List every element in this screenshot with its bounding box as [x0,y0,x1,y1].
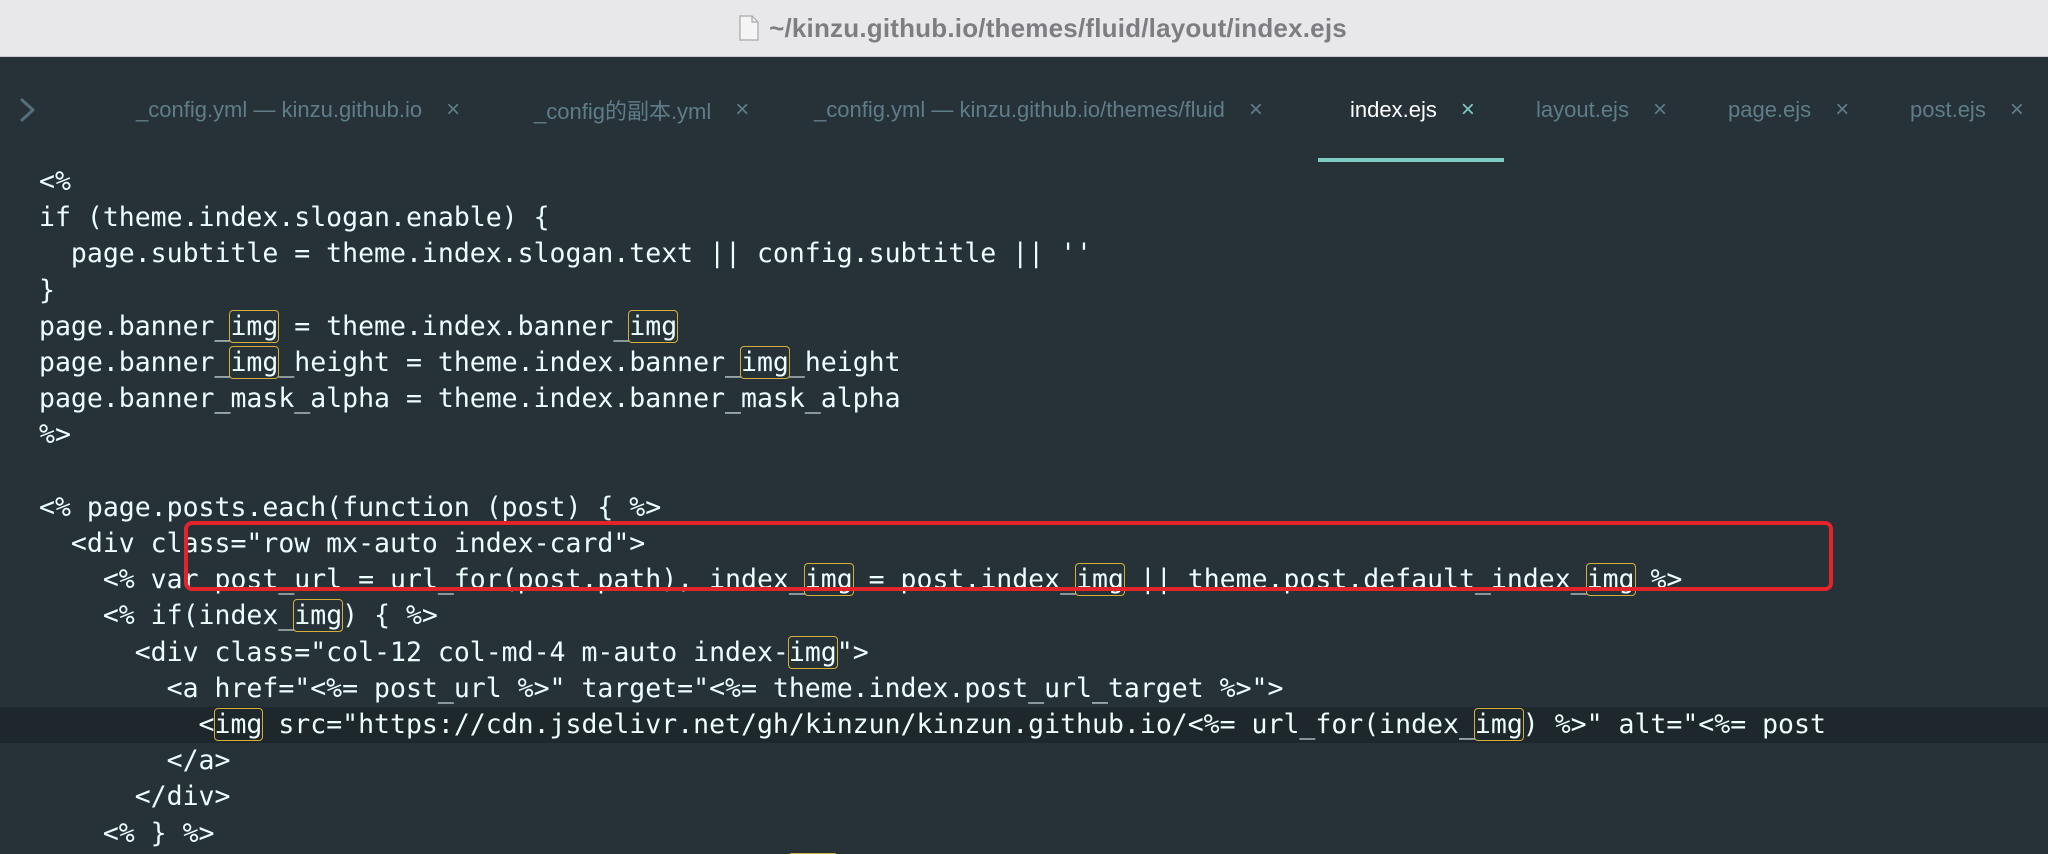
search-match: img [740,346,790,379]
tab-page-ejs[interactable]: page.ejs × [1728,87,1849,133]
code-token: </a> [39,745,231,777]
code-token: if (theme.index.slogan.enable) { [39,202,550,234]
code-line[interactable]: page.banner_img_height = theme.index.ban… [39,345,901,381]
tab-label: _config.yml — kinzu.github.io/themes/flu… [814,97,1225,122]
search-match: img [213,708,264,741]
code-token: %> [39,419,71,451]
window-title: ~/kinzu.github.io/themes/fluid/layout/in… [769,12,1347,43]
tab-label: page.ejs [1728,97,1812,122]
title-bar[interactable]: ~/kinzu.github.io/themes/fluid/layout/in… [0,0,2048,57]
close-icon[interactable]: × [2010,98,2024,122]
code-line[interactable]: </div> [39,779,231,815]
code-token: <% } %> [39,817,215,849]
code-line[interactable]: </a> [39,743,231,779]
code-line[interactable]: <a href="<%= post_url %>" target="<%= th… [39,671,1284,707]
code-editor[interactable]: <% if (theme.index.slogan.enable) { page.… [0,163,2048,854]
tab-label: _config.yml — kinzu.github.io [136,97,423,122]
tab-config-yml-root[interactable]: _config.yml — kinzu.github.io × [136,87,460,133]
close-icon[interactable]: × [1653,98,1667,122]
code-token: <div class="row mx-auto index-card"> [39,528,646,559]
code-token: page.banner_ [39,347,231,378]
active-tab-indicator [1318,158,1504,162]
code-line[interactable]: page.subtitle = theme.index.slogan.text … [39,236,1092,272]
code-line[interactable]: <img src="https://cdn.jsdelivr.net/gh/ki… [39,707,1826,743]
code-token: %> [1634,564,1683,596]
tab-layout-ejs[interactable]: layout.ejs × [1536,87,1667,133]
code-line[interactable]: <div class="row mx-auto index-card"> [39,526,645,562]
tab-config-copy-yml[interactable]: _config的副本.yml × [534,87,749,133]
search-match: img [1473,708,1524,741]
code-token: _height [788,347,901,378]
code-token: _height = theme.index.banner_ [278,347,742,378]
code-line[interactable]: <% if(index_img) { %> [39,598,438,634]
code-token: = post.index_ [852,564,1077,596]
close-icon[interactable]: × [446,98,460,122]
document-icon [739,15,759,41]
tab-label: layout.ejs [1536,97,1629,122]
code-token: < [39,709,215,740]
title-group: ~/kinzu.github.io/themes/fluid/layout/in… [701,13,1347,44]
tab-index-ejs[interactable]: index.ejs × [1350,87,1475,133]
sidebar-toggle-chevron-icon[interactable] [16,95,40,125]
close-icon[interactable]: × [1461,98,1475,122]
tab-config-yml-fluid[interactable]: _config.yml — kinzu.github.io/themes/flu… [814,87,1263,133]
tab-label: index.ejs [1350,97,1437,122]
search-match: img [229,309,280,343]
tab-bar: _config.yml — kinzu.github.io × _config的… [0,57,2048,163]
code-token: <div class="col-12 col-md-4 m-auto index… [39,636,789,668]
editor-window: ~/kinzu.github.io/themes/fluid/layout/in… [0,0,2048,854]
code-token: src="https://cdn.jsdelivr.net/gh/kinzun/… [262,709,1475,740]
close-icon[interactable]: × [735,98,749,122]
tab-label: _config的副本.yml [534,99,712,124]
code-token: ) %>" alt="<%= post [1522,709,1826,740]
code-line[interactable]: page.banner_mask_alpha = theme.index.ban… [39,381,901,417]
code-token: || theme.post.default_index_ [1123,564,1587,596]
code-token: "> [836,636,869,668]
code-token: page.banner_ [39,310,231,342]
code-token: <a href="<%= post_url %>" target="<%= th… [39,672,1284,704]
code-line[interactable]: } [39,273,55,309]
code-token: <% [39,166,71,197]
code-token: = theme.index.banner_ [278,310,630,342]
code-token: <% if(index_ [39,600,295,632]
code-line[interactable]: <% [39,164,71,200]
tab-label: post.ejs [1910,97,1986,122]
close-icon[interactable]: × [1835,98,1849,122]
code-line[interactable]: <% } %> [39,816,215,852]
code-line[interactable]: if (theme.index.slogan.enable) { [39,200,550,236]
search-match: img [293,599,344,633]
code-line[interactable]: page.banner_img = theme.index.banner_img [39,309,679,345]
code-line[interactable]: <% page.posts.each(function (post) { %> [39,490,661,526]
code-token: </div> [39,781,231,813]
code-token: <% var post_url = url_for(post.path), in… [39,564,805,596]
search-match: img [229,346,280,379]
search-match: img [628,309,679,343]
code-token: page.subtitle = theme.index.slogan.text … [39,238,1092,270]
close-icon[interactable]: × [1249,98,1263,122]
tab-post-ejs[interactable]: post.ejs × [1910,87,2024,133]
search-match: img [803,563,854,597]
code-token: ) { %> [342,600,438,632]
search-match: img [1075,563,1125,597]
code-line[interactable]: <% var post_url = url_for(post.path), in… [39,562,1682,598]
code-token: page.banner_mask_alpha = theme.index.ban… [39,383,901,415]
code-token: <% page.posts.each(function (post) { %> [39,491,662,523]
code-token: } [39,274,55,306]
code-line[interactable]: <div class="col-12 col-md-4 m-auto index… [39,635,869,671]
search-match: img [787,635,838,669]
search-match: img [1585,563,1636,597]
code-line[interactable]: %> [39,417,71,453]
